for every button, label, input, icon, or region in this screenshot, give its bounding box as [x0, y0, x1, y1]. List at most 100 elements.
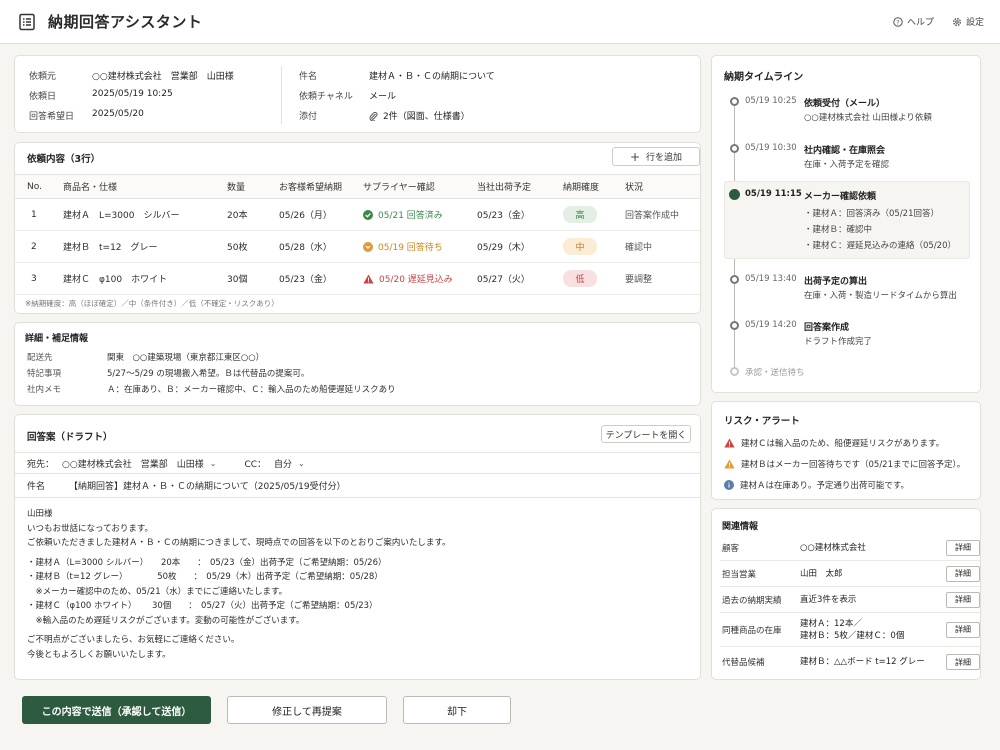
reject-button[interactable]: 却下 [403, 696, 511, 724]
timeline-dot-active [729, 189, 740, 200]
row-wish-date: 05/23（金） [279, 262, 363, 295]
chevron-down-icon: ⌄ [209, 458, 217, 468]
detail-label: 社内メモ [27, 385, 62, 395]
body-line: ご不明点がございましたら、お気軽にご連絡ください。 [27, 635, 240, 645]
request-items-title: 依頼内容（3行） [27, 154, 101, 165]
detail-row: 社内メモ Ａ：在庫あり、Ｂ：メーカー確認中、Ｃ：輸入品のため船便遅延リスクあり [27, 383, 396, 395]
timeline-time: 05/19 14:20 [745, 320, 797, 330]
open-template-button[interactable]: テンプレートを開く [601, 425, 691, 443]
info-label: 依頼チャネル [299, 92, 353, 102]
col-header: お客様希望納期 [279, 174, 363, 199]
row-confidence: 低 [563, 262, 625, 295]
col-header: サプライヤー確認 [363, 174, 477, 199]
help-button[interactable]: ? ヘルプ [893, 15, 934, 28]
risk-item: 建材Ａは在庫あり。予定通り出荷可能です。 [724, 479, 909, 491]
col-header: 数量 [227, 174, 279, 199]
cc-select[interactable]: 自分 ⌄ [274, 457, 305, 470]
related-title: 関連情報 [722, 522, 759, 532]
timeline-dot-pending [730, 367, 739, 376]
info-label: 件名 [299, 72, 318, 82]
related-value: 山田 太郎 [800, 568, 843, 579]
timeline-step-sub: ○○建材株式会社 山田様より依頼 [804, 113, 932, 123]
sales-rep-detail-button[interactable]: 詳細 [946, 565, 980, 582]
related-row: 過去の納期実績 直近3件を表示 詳細 [720, 587, 980, 613]
row-supplier: 05/20 遅延見込み [363, 262, 477, 295]
settings-button[interactable]: 設定 [952, 15, 984, 28]
revise-button[interactable]: 修正して再提案 [227, 696, 387, 724]
send-approve-button[interactable]: この内容で送信（承認して送信） [22, 696, 211, 724]
stock-line: 建材Ｂ：5枚／建材Ｃ：0個 [800, 630, 905, 641]
check-circle-icon [363, 209, 373, 220]
subject-value: 【納期回答】建材Ａ・Ｂ・Ｃの納期について（2025/05/19受付分） [69, 482, 346, 492]
request-items-table: No. 商品名・仕様 数量 お客様希望納期 サプライヤー確認 当社出荷予定 納期… [15, 174, 700, 295]
confidence-badge: 低 [563, 270, 597, 287]
related-value: ○○建材株式会社 [800, 542, 866, 553]
history-detail-button[interactable]: 詳細 [946, 591, 980, 608]
table-row[interactable]: 3 建材Ｃ φ100 ホワイト 30個 05/23（金） 05/20 遅延見込み… [15, 262, 700, 295]
timeline-step-sub: ・建材Ｃ：遅延見込みの連絡（05/20） [804, 241, 956, 251]
subject-value: 建材Ａ・Ｂ・Ｃの納期について [369, 72, 495, 82]
row-qty: 50枚 [227, 230, 279, 263]
row-ship-date: 05/27（火） [477, 262, 563, 295]
body-line: 山田様 [27, 509, 53, 519]
related-value: 建材Ｂ：△△ボード t=12 グレー [800, 657, 925, 667]
customer-detail-button[interactable]: 詳細 [946, 539, 980, 556]
row-qty: 30個 [227, 262, 279, 295]
desired-date-value: 2025/05/20 [92, 109, 144, 119]
confidence-badge: 高 [563, 206, 597, 223]
timeline-dot [730, 321, 739, 330]
detail-label: 特記事項 [27, 369, 62, 379]
timeline-time: 05/19 13:40 [745, 274, 797, 284]
row-wish-date: 05/26（月） [279, 198, 363, 231]
attachment-link[interactable]: 2件（図面、仕様書） [369, 109, 470, 122]
row-confidence: 中 [563, 230, 625, 263]
stock-detail-button[interactable]: 詳細 [946, 621, 980, 638]
draft-body[interactable]: 山田様 いつもお世話になっております。 ご依頼いただきました建材Ａ・Ｂ・Ｃの納期… [27, 507, 450, 662]
body-line: ・建材Ｂ（t=12 グレー） 50枚 ： 05/29（木）出荷予定（ご希望納期：… [27, 572, 383, 582]
timeline-step-sub: ドラフト作成完了 [804, 337, 873, 347]
risk-text: 建材Ａは在庫あり。予定通り出荷可能です。 [740, 481, 909, 491]
table-row[interactable]: 1 建材Ａ L=3000 シルバー 20本 05/26（月） 05/21 回答済… [15, 198, 700, 231]
body-line: 今後ともよろしくお願いいたします。 [27, 649, 171, 660]
table-row[interactable]: 2 建材Ｂ t=12 グレー 50枚 05/28（水） 05/19 回答待ち 0… [15, 230, 700, 263]
row-supplier: 05/19 回答待ち [363, 230, 477, 263]
recipient-bar: 宛先： ○○建材株式会社 営業部 山田様 ⌄ CC： 自分 ⌄ [15, 452, 700, 474]
timeline-title: 納期タイムライン [724, 72, 804, 83]
app-title: 納期回答アシスタント [48, 13, 203, 31]
col-header: 状況 [625, 174, 700, 199]
body-line: ご依頼いただきました建材Ａ・Ｂ・Ｃの納期につきまして、現時点での回答を以下のとお… [27, 538, 451, 548]
alternative-detail-button[interactable]: 詳細 [946, 654, 980, 670]
detail-row: 特記事項 5/27〜5/29 の現場搬入希望。Ｂは代替品の提案可。 [27, 367, 309, 379]
risk-title: リスク・アラート [724, 416, 800, 427]
detail-title: 詳細・補足情報 [25, 334, 89, 344]
row-status: 回答案作成中 [625, 198, 700, 231]
confidence-footnote: ※納期確度：高（ほぼ確定）／中（条件付き）／低（不確定・リスクあり） [25, 299, 279, 308]
related-row: 顧客 ○○建材株式会社 詳細 [720, 535, 980, 561]
help-label: ヘルプ [906, 18, 934, 28]
channel-value: メール [369, 92, 397, 102]
related-label: 過去の納期実績 [722, 595, 782, 606]
to-select[interactable]: ○○建材株式会社 営業部 山田様 ⌄ [62, 457, 216, 470]
cc-label: CC： [244, 459, 267, 470]
col-header: 当社出荷予定 [477, 174, 563, 199]
detail-value: Ａ：在庫あり、Ｂ：メーカー確認中、Ｃ：輸入品のため船便遅延リスクあり [107, 385, 396, 395]
to-label: 宛先： [27, 459, 55, 470]
supplier-status: 05/19 回答待ち [378, 243, 443, 253]
add-row-button[interactable]: + 行を追加 [612, 147, 700, 166]
detail-value: 関東 ○○建築現場（東京都江東区○○） [107, 353, 265, 363]
cc-value: 自分 [274, 459, 293, 470]
paperclip-icon [369, 111, 378, 121]
col-header: 納期確度 [563, 174, 625, 199]
detail-panel: 詳細・補足情報 配送先 関東 ○○建築現場（東京都江東区○○） 特記事項 5/27〜… [14, 322, 701, 406]
add-row-label: 行を追加 [646, 153, 683, 163]
body-line: ※輸入品のため遅延リスクがございます。変動の可能性がございます。 [27, 615, 305, 626]
related-label: 担当営業 [722, 569, 757, 580]
row-product: 建材Ａ L=3000 シルバー [63, 198, 227, 231]
related-label: 顧客 [722, 543, 740, 554]
subject-field[interactable]: 件名 【納期回答】建材Ａ・Ｂ・Ｃの納期について（2025/05/19受付分） [15, 474, 700, 498]
table-header-row: No. 商品名・仕様 数量 お客様希望納期 サプライヤー確認 当社出荷予定 納期… [15, 174, 700, 199]
timeline-step-sub: ・建材Ｂ：確認中 [804, 225, 873, 235]
risk-item: 建材Ｃは輸入品のため、船便遅延リスクがあります。 [724, 437, 944, 449]
document-list-icon [19, 13, 35, 30]
draft-title: 回答案（ドラフト） [27, 432, 113, 443]
